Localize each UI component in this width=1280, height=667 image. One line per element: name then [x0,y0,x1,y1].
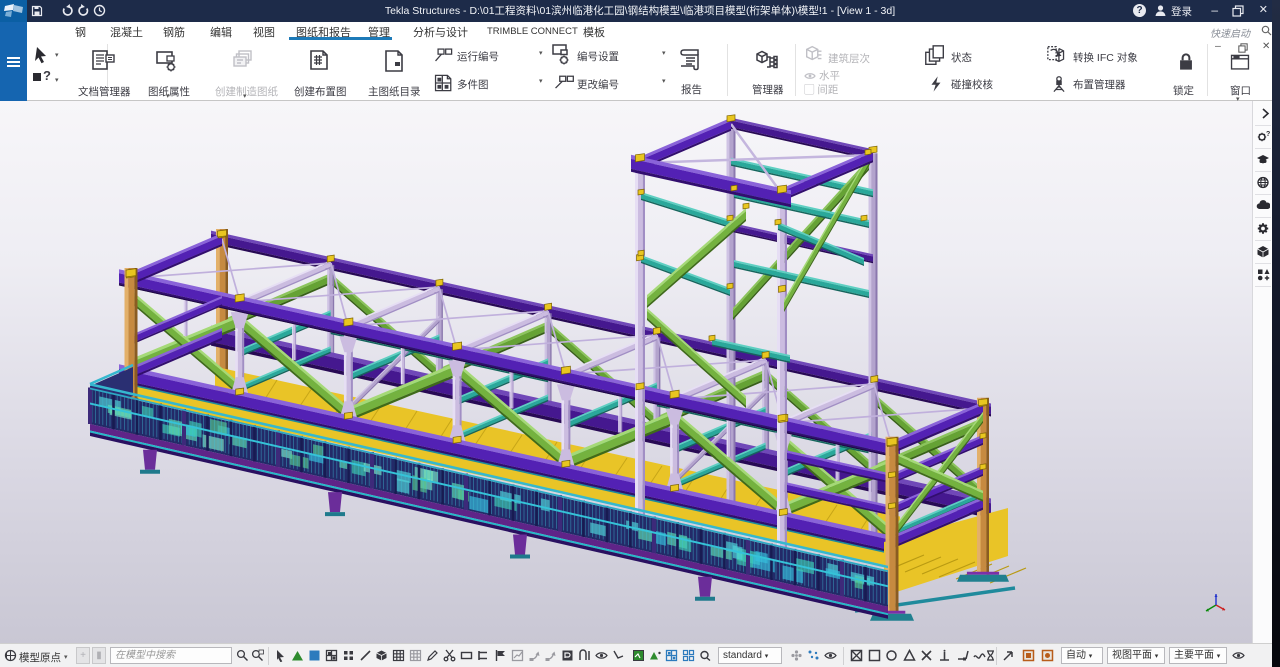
svg-text:?: ? [1266,131,1270,138]
